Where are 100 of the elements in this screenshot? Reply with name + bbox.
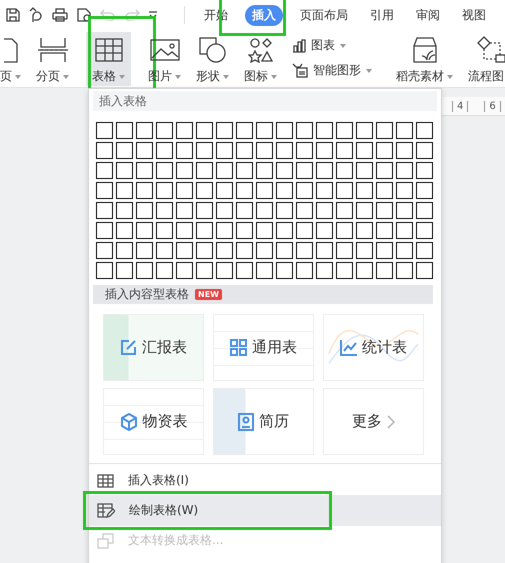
table-size-cell[interactable]: [376, 222, 393, 239]
table-size-cell[interactable]: [356, 202, 373, 219]
table-size-cell[interactable]: [336, 162, 353, 179]
table-size-cell[interactable]: [276, 182, 293, 199]
table-size-cell[interactable]: [96, 222, 113, 239]
table-size-cell[interactable]: [396, 162, 413, 179]
table-size-cell[interactable]: [136, 222, 153, 239]
table-size-cell[interactable]: [156, 142, 173, 159]
table-size-cell[interactable]: [96, 142, 113, 159]
table-size-cell[interactable]: [316, 262, 333, 279]
table-size-cell[interactable]: [376, 122, 393, 139]
table-size-cell[interactable]: [216, 202, 233, 219]
table-size-cell[interactable]: [416, 122, 433, 139]
ribbon-tab[interactable]: 页面布局: [295, 4, 353, 26]
table-size-cell[interactable]: [376, 142, 393, 159]
ribbon-button[interactable]: 表格: [86, 32, 131, 86]
table-size-cell[interactable]: [376, 262, 393, 279]
ribbon-button[interactable]: 智能图形: [290, 61, 374, 80]
table-size-cell[interactable]: [116, 142, 133, 159]
menu-item[interactable]: 插入表格(I): [89, 466, 441, 495]
table-size-cell[interactable]: [416, 262, 433, 279]
table-size-cell[interactable]: [156, 182, 173, 199]
table-size-cell[interactable]: [396, 122, 413, 139]
table-size-cell[interactable]: [256, 122, 273, 139]
table-size-cell[interactable]: [276, 262, 293, 279]
table-size-cell[interactable]: [136, 182, 153, 199]
table-size-cell[interactable]: [356, 262, 373, 279]
table-size-cell[interactable]: [316, 242, 333, 259]
ribbon-tab[interactable]: 引用: [365, 4, 399, 26]
table-size-cell[interactable]: [336, 222, 353, 239]
table-size-cell[interactable]: [276, 202, 293, 219]
table-size-cell[interactable]: [276, 242, 293, 259]
table-size-cell[interactable]: [336, 262, 353, 279]
table-size-cell[interactable]: [376, 202, 393, 219]
table-size-cell[interactable]: [156, 162, 173, 179]
table-size-cell[interactable]: [216, 182, 233, 199]
table-size-cell[interactable]: [116, 182, 133, 199]
table-size-cell[interactable]: [136, 142, 153, 159]
table-size-cell[interactable]: [236, 242, 253, 259]
table-size-cell[interactable]: [256, 262, 273, 279]
table-size-cell[interactable]: [256, 242, 273, 259]
table-size-cell[interactable]: [316, 222, 333, 239]
table-size-cell[interactable]: [136, 122, 153, 139]
template-card[interactable]: 物资表: [103, 388, 204, 455]
table-size-cell[interactable]: [316, 122, 333, 139]
template-card[interactable]: 汇报表: [103, 314, 204, 381]
table-size-cell[interactable]: [336, 182, 353, 199]
table-size-cell[interactable]: [296, 242, 313, 259]
ribbon-button[interactable]: 形状: [190, 32, 235, 86]
ribbon-button[interactable]: 流程图: [462, 32, 505, 86]
table-size-cell[interactable]: [116, 242, 133, 259]
table-size-cell[interactable]: [96, 162, 113, 179]
table-size-cell[interactable]: [136, 202, 153, 219]
ribbon-button[interactable]: 图标: [238, 32, 283, 86]
ribbon-button[interactable]: 分页: [30, 32, 75, 86]
template-card[interactable]: 统计表: [323, 314, 424, 381]
table-size-cell[interactable]: [356, 182, 373, 199]
table-size-cell[interactable]: [396, 262, 413, 279]
ribbon-button[interactable]: 图表: [290, 36, 374, 55]
table-size-cell[interactable]: [336, 242, 353, 259]
table-size-cell[interactable]: [416, 162, 433, 179]
table-size-cell[interactable]: [356, 142, 373, 159]
table-size-cell[interactable]: [336, 122, 353, 139]
table-size-cell[interactable]: [356, 162, 373, 179]
ribbon-tab[interactable]: 视图: [457, 4, 491, 26]
table-size-cell[interactable]: [276, 222, 293, 239]
table-size-cell[interactable]: [176, 142, 193, 159]
table-size-cell[interactable]: [176, 202, 193, 219]
table-size-cell[interactable]: [356, 222, 373, 239]
table-size-cell[interactable]: [156, 262, 173, 279]
table-size-cell[interactable]: [116, 162, 133, 179]
table-size-cell[interactable]: [256, 142, 273, 159]
table-size-cell[interactable]: [96, 262, 113, 279]
table-size-cell[interactable]: [296, 222, 313, 239]
table-size-cell[interactable]: [196, 162, 213, 179]
table-size-cell[interactable]: [196, 182, 213, 199]
table-size-cell[interactable]: [296, 202, 313, 219]
table-size-cell[interactable]: [116, 122, 133, 139]
table-size-cell[interactable]: [96, 242, 113, 259]
ribbon-tab[interactable]: 审阅: [411, 4, 445, 26]
table-size-cell[interactable]: [416, 242, 433, 259]
table-size-cell[interactable]: [276, 122, 293, 139]
table-size-cell[interactable]: [96, 182, 113, 199]
table-size-cell[interactable]: [376, 182, 393, 199]
table-size-cell[interactable]: [416, 142, 433, 159]
table-size-cell[interactable]: [236, 142, 253, 159]
table-size-cell[interactable]: [116, 262, 133, 279]
table-size-cell[interactable]: [336, 202, 353, 219]
table-size-cell[interactable]: [276, 162, 293, 179]
table-size-cell[interactable]: [176, 162, 193, 179]
table-size-cell[interactable]: [296, 182, 313, 199]
table-size-cell[interactable]: [116, 202, 133, 219]
table-size-cell[interactable]: [396, 202, 413, 219]
table-size-cell[interactable]: [176, 122, 193, 139]
table-size-cell[interactable]: [156, 242, 173, 259]
table-size-cell[interactable]: [256, 182, 273, 199]
table-size-cell[interactable]: [296, 142, 313, 159]
table-size-cell[interactable]: [296, 122, 313, 139]
table-size-cell[interactable]: [256, 222, 273, 239]
table-size-cell[interactable]: [256, 162, 273, 179]
